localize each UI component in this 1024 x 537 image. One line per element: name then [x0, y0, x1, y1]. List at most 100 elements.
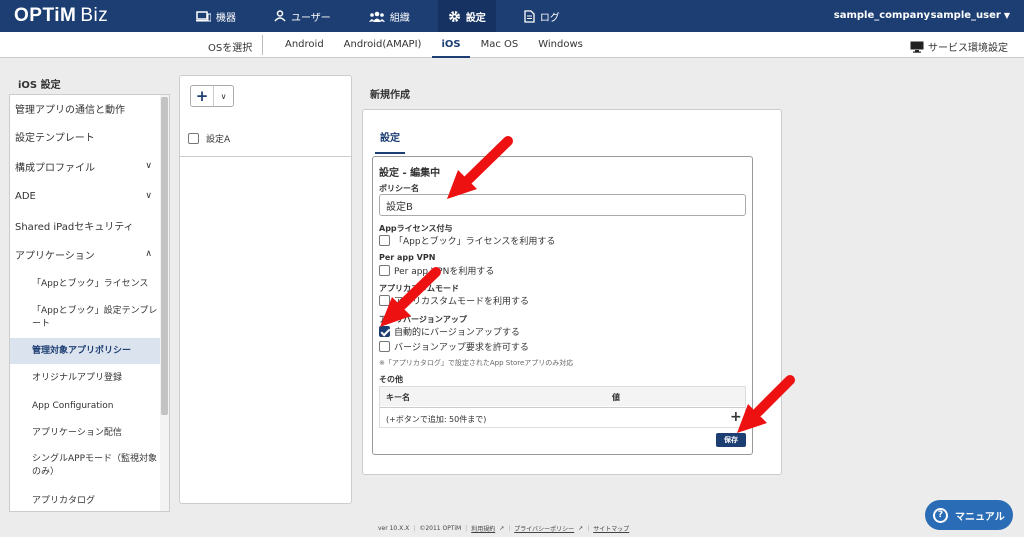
logo-brand: OPTiM [14, 5, 77, 26]
nav-settings[interactable]: 設定 [437, 0, 496, 32]
manual-button-label: マニュアル [955, 511, 1005, 523]
auto-update-option-label: 自動的にバージョンアップする [394, 328, 520, 338]
chevron-down-icon: ∨ [145, 191, 152, 201]
sidebar-item-single-app-mode[interactable]: シングルAPPモード（監視対象のみ） [10, 451, 160, 481]
sidebar: 管理アプリの通信と動作 設定テンプレート 構成プロファイル ∨ ADE ∨ Shar… [9, 94, 170, 512]
sidebar-item-label: Shared iPadセキュリティ [15, 221, 134, 233]
sidebar-item-app-book-license[interactable]: 「Appとブック」ライセンス [10, 273, 160, 295]
divider [262, 35, 263, 55]
app-custom-mode-checkbox[interactable] [379, 295, 390, 306]
sidebar-item-app-book-template[interactable]: 「Appとブック」設定テンプレート [10, 303, 160, 333]
help-icon: ? [933, 507, 948, 523]
chevron-down-icon: ∨ [145, 161, 152, 171]
divider: | [587, 525, 590, 532]
app-version-label: アプリバージョンアップ [379, 315, 467, 324]
terms-link[interactable]: 利用規約 [471, 524, 495, 533]
auto-update-checkbox[interactable] [379, 326, 390, 337]
nav-log[interactable]: ログ [514, 0, 570, 32]
monitor-icon [910, 41, 924, 53]
sidebar-item-label: 「Appとブック」設定テンプレート [32, 306, 158, 329]
tab-ios[interactable]: iOS [432, 32, 470, 58]
external-link-icon: ↗ [578, 525, 584, 532]
add-row-button[interactable]: + [730, 409, 742, 425]
sidebar-item-original-app[interactable]: オリジナルアプリ登録 [10, 367, 160, 389]
sidebar-item-label: 管理アプリの通信と動作 [15, 104, 125, 116]
scrollbar-thumb[interactable] [161, 97, 168, 415]
row-checkbox[interactable] [188, 132, 199, 144]
policy-name-input[interactable]: 設定B [379, 194, 746, 216]
nav-organization-label: 組織 [389, 12, 410, 24]
gear-icon [448, 10, 460, 22]
nav-users[interactable]: ユーザー [264, 0, 341, 32]
sidebar-item-label: アプリケーション [15, 250, 95, 262]
tab-windows[interactable]: Windows [529, 32, 592, 58]
list-item-label: 設定A [206, 134, 231, 145]
sidebar-item-label: 管理対象アプリポリシー [32, 345, 132, 356]
user-menu[interactable]: sample_user ▼ [931, 10, 1010, 21]
sidebar-item-configuration-profile[interactable]: 構成プロファイル ∨ [10, 155, 160, 177]
tab-settings[interactable]: 設定 [375, 126, 405, 154]
sidebar-item-settings-template[interactable]: 設定テンプレート [10, 125, 160, 147]
footer: ver 10.X.X | ©2011 OPTiM | 利用規約 ↗ | プライバ… [378, 524, 633, 533]
save-button[interactable]: 保存 [716, 433, 746, 447]
allow-update-option-label: バージョンアップ要求を許可する [394, 343, 529, 353]
sidebar-item-app-configuration[interactable]: App Configuration [10, 395, 160, 417]
sidebar-item-app-communication[interactable]: 管理アプリの通信と動作 [10, 97, 160, 119]
tab-android-amapi[interactable]: Android(AMAPI) [335, 32, 431, 58]
divider: | [508, 525, 511, 532]
sidebar-item-app-catalog[interactable]: アプリカタログ [10, 490, 160, 511]
app-custom-mode-option[interactable]: アプリカスタムモードを利用する [379, 294, 529, 307]
per-app-vpn-label: Per app VPN [379, 253, 436, 262]
app-custom-mode-option-label: アプリカスタムモードを利用する [394, 297, 530, 307]
sidebar-item-applications[interactable]: アプリケーション ∧ [10, 243, 160, 265]
allow-update-checkbox[interactable] [379, 341, 390, 352]
logo-product: Biz [80, 5, 109, 26]
nav-organization[interactable]: 組織 [359, 0, 420, 32]
divider: | [413, 525, 416, 532]
app-license-option-label: 「Appとブック」ライセンスを利用する [394, 237, 556, 247]
section-title: 設定 - 編集中 [379, 168, 441, 179]
organization-icon [368, 11, 385, 22]
policy-form-card: 設定 設定 - 編集中 ポリシー名 設定B Appライセンス付与 「Appとブッ… [362, 109, 782, 475]
sidebar-item-label: 設定テンプレート [15, 132, 95, 144]
nav-devices[interactable]: 機器 [186, 0, 246, 32]
nav-log-label: ログ [539, 12, 560, 24]
service-settings-link[interactable]: サービス環境設定 [910, 39, 1008, 54]
add-dropdown-chevron-icon[interactable]: ∨ [213, 86, 233, 106]
policy-name-label: ポリシー名 [379, 184, 419, 193]
per-app-vpn-checkbox[interactable] [379, 265, 390, 276]
nav-devices-label: 機器 [216, 12, 236, 24]
manual-button[interactable]: ? マニュアル [925, 500, 1013, 530]
sidebar-item-label: App Configuration [32, 400, 114, 411]
page-title: 新規作成 [370, 90, 410, 101]
table-row: (+ボタンで追加: 50件まで) + [380, 407, 745, 429]
add-button-group: + ∨ [190, 85, 234, 107]
key-value-table: キー名 値 (+ボタンで追加: 50件まで) + [379, 386, 746, 428]
per-app-vpn-option-label: Per app VPNを利用する [394, 267, 495, 277]
policy-list-panel: + ∨ 設定A [179, 75, 352, 504]
sidebar-item-label: アプリカタログ [32, 495, 96, 506]
privacy-link[interactable]: プライバシーポリシー [514, 524, 574, 533]
sidebar-scrollbar[interactable] [160, 95, 169, 511]
sitemap-link[interactable]: サイトマップ [593, 524, 629, 533]
add-hint: (+ボタンで追加: 50件まで) [386, 415, 487, 424]
list-item[interactable]: 設定A [180, 120, 351, 157]
sidebar-item-ade[interactable]: ADE ∨ [10, 185, 160, 207]
tab-android[interactable]: Android [276, 32, 333, 58]
app-license-option[interactable]: 「Appとブック」ライセンスを利用する [379, 234, 555, 247]
per-app-vpn-option[interactable]: Per app VPNを利用する [379, 264, 494, 277]
optim-biz-logo[interactable]: OPTiM Biz [14, 5, 108, 27]
sidebar-item-managed-app-policy[interactable]: 管理対象アプリポリシー [10, 338, 160, 364]
allow-update-option[interactable]: バージョンアップ要求を許可する [379, 340, 529, 353]
sidebar-item-shared-ipad[interactable]: Shared iPadセキュリティ [10, 214, 160, 236]
add-button[interactable]: + [191, 86, 213, 106]
sidebar-item-label: シングルAPPモード（監視対象のみ） [32, 454, 158, 477]
sidebar-item-label: ADE [15, 190, 36, 202]
devices-icon [196, 10, 211, 21]
auto-update-option[interactable]: 自動的にバージョンアップする [379, 325, 520, 338]
sidebar-item-app-distribution[interactable]: アプリケーション配信 [10, 422, 160, 444]
company-name: sample_company [833, 10, 930, 21]
value-column-header: 値 [612, 393, 620, 402]
app-license-checkbox[interactable] [379, 235, 390, 246]
tab-macos[interactable]: Mac OS [472, 32, 528, 58]
